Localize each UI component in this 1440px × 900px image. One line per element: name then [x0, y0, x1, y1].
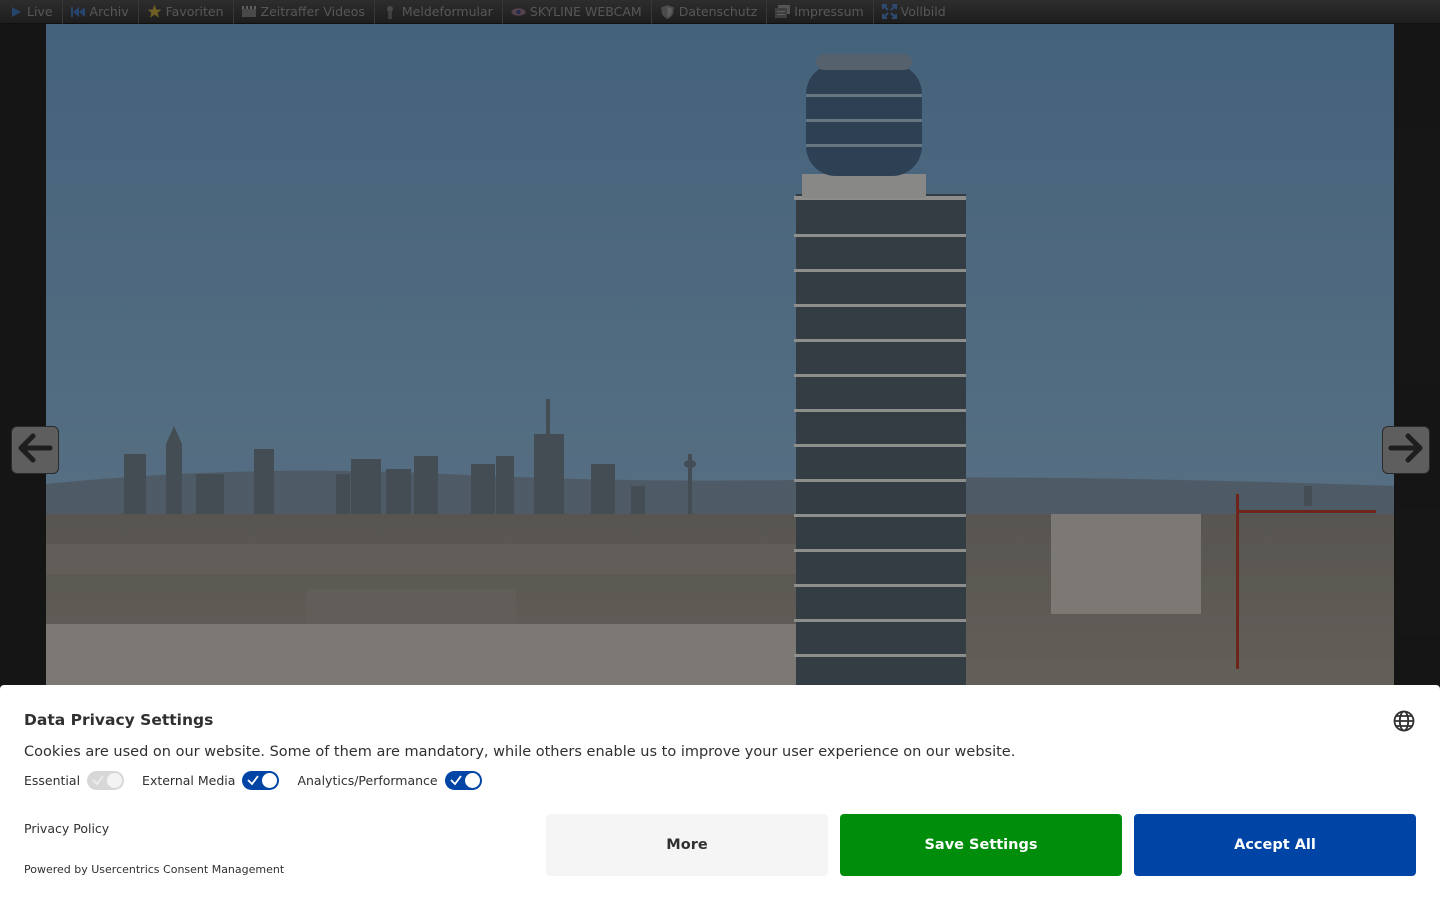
consent-banner: Data Privacy Settings Cookies are used o…	[0, 685, 1440, 900]
nav-item-datenschutz[interactable]: Datenschutz	[652, 0, 768, 24]
check-icon	[92, 775, 104, 786]
analytics-performance-switch[interactable]	[444, 771, 482, 790]
nav-item-zeitraffer-videos[interactable]: Zeitraffer Videos	[234, 0, 375, 24]
rewind-icon	[71, 4, 86, 19]
arrow-left-icon	[17, 433, 53, 467]
toggle-essential: Essential	[24, 771, 125, 790]
privacy-policy-link[interactable]: Privacy Policy	[24, 821, 109, 836]
powered-by-text: Powered by Usercentrics Consent Manageme…	[24, 863, 285, 876]
webcam-image	[46, 24, 1394, 685]
external-media-switch[interactable]	[242, 771, 280, 790]
switch-knob	[262, 773, 278, 788]
globe-icon[interactable]	[1393, 710, 1415, 732]
nav-item-label: Archiv	[89, 4, 129, 19]
previous-image-button[interactable]	[11, 426, 59, 474]
nav-item-label: SKYLINE WEBCAM	[529, 4, 642, 19]
nav-item-label: Zeitraffer Videos	[260, 4, 365, 19]
nav-item-label: Meldeformular	[401, 4, 493, 19]
nav-item-label: Datenschutz	[678, 4, 758, 19]
switch-knob	[464, 773, 480, 788]
toggle-analytics-performance: Analytics/Performance	[297, 771, 482, 790]
nav-item-vollbild[interactable]: Vollbild	[874, 0, 955, 24]
play-icon	[8, 4, 23, 19]
next-image-button[interactable]	[1382, 426, 1430, 474]
nav-item-label: Impressum	[794, 4, 864, 19]
nav-item-label: Live	[27, 4, 53, 19]
check-icon	[449, 775, 462, 786]
toggle-label: Essential	[24, 773, 81, 788]
consent-title: Data Privacy Settings	[24, 711, 214, 729]
nav-item-impressum[interactable]: Impressum	[767, 0, 874, 24]
save-settings-button[interactable]: Save Settings	[840, 814, 1122, 876]
toggle-label: Analytics/Performance	[297, 773, 438, 788]
toggle-external-media: External Media	[142, 771, 280, 790]
shield-icon	[660, 4, 675, 19]
more-button[interactable]: More	[546, 814, 828, 876]
documents-icon	[775, 4, 791, 19]
fullscreen-icon	[881, 4, 897, 19]
toggle-label: External Media	[142, 773, 236, 788]
top-navigation-bar: Live Archiv Favoriten Zeitraffer Videos …	[0, 0, 1440, 24]
consent-description: Cookies are used on our website. Some of…	[24, 744, 1016, 760]
nav-item-favoriten[interactable]: Favoriten	[139, 0, 234, 24]
nav-item-label: Vollbild	[900, 4, 946, 19]
nav-item-meldeformular[interactable]: Meldeformular	[375, 0, 503, 24]
film-icon	[242, 4, 257, 19]
nav-item-skyline-webcam[interactable]: SKYLINE WEBCAM	[503, 0, 652, 24]
eye-icon	[511, 4, 526, 19]
nav-item-label: Favoriten	[165, 4, 224, 19]
nav-item-live[interactable]: Live	[0, 0, 63, 24]
check-icon	[247, 775, 260, 786]
accept-all-button[interactable]: Accept All	[1134, 814, 1416, 876]
person-icon	[383, 4, 398, 19]
consent-toggles: Essential External Media Analytics/Perfo…	[24, 771, 500, 790]
star-icon	[147, 4, 162, 19]
arrow-right-icon	[1388, 433, 1424, 467]
nav-item-archiv[interactable]: Archiv	[63, 0, 139, 24]
essential-switch[interactable]	[87, 771, 125, 790]
switch-knob	[107, 773, 123, 788]
